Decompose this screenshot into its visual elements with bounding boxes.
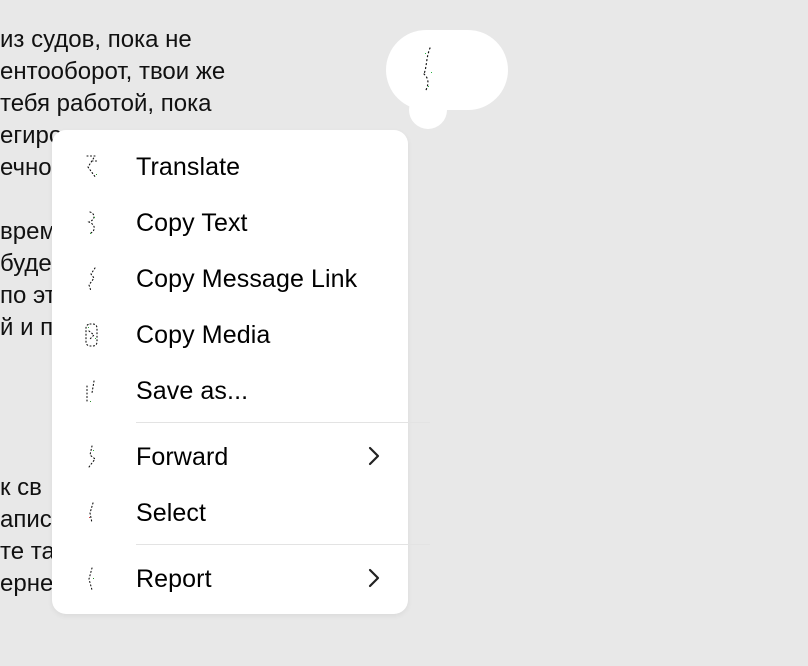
menu-item-report[interactable]: Report — [52, 551, 408, 607]
menu-item-label: Save as... — [136, 377, 249, 405]
copy-media-icon — [85, 323, 98, 347]
menu-item-label: Copy Text — [136, 209, 248, 237]
menu-item-copy-text[interactable]: Copy Text — [52, 195, 408, 251]
menu-item-label: Copy Media — [136, 321, 271, 349]
chat-text-line: ентооборот, твои же — [0, 58, 226, 85]
menu-item-label: Copy Message Link — [136, 265, 358, 293]
message-context-menu: Translate Copy Text Copy Message Link Co… — [52, 130, 430, 614]
menu-item-translate[interactable]: Translate — [52, 139, 408, 195]
menu-item-label: Report — [136, 565, 212, 593]
menu-item-label: Translate — [136, 153, 241, 181]
chevron-right-icon — [368, 446, 380, 466]
menu-divider — [136, 544, 430, 545]
chat-text-line: ерне — [0, 570, 54, 597]
report-icon — [88, 567, 94, 591]
menu-item-copy-message-link[interactable]: Copy Message Link — [52, 251, 408, 307]
select-icon — [89, 502, 94, 524]
chat-text-line: к св — [0, 474, 42, 501]
chat-text-line: из судов, пока не — [0, 26, 192, 53]
translate-icon — [86, 155, 98, 179]
reaction-bubble[interactable] — [386, 30, 508, 110]
link-icon — [88, 267, 96, 292]
chevron-right-icon — [368, 568, 380, 588]
chat-text-line: те та — [0, 538, 55, 565]
menu-item-label: Select — [136, 499, 207, 527]
reaction-bubble-tail — [409, 91, 447, 129]
chat-text-line: буде — [0, 250, 52, 277]
menu-divider — [136, 422, 430, 423]
chat-text-line: врем — [0, 218, 56, 245]
menu-item-save-as[interactable]: Save as... — [52, 363, 408, 419]
chat-text-line: по эт — [0, 282, 56, 309]
menu-item-select[interactable]: Select — [52, 485, 408, 541]
reaction-icon[interactable] — [416, 42, 440, 94]
menu-item-copy-media[interactable]: Copy Media — [52, 307, 408, 363]
copy-text-icon — [87, 211, 95, 235]
chat-text-line: й и п — [0, 314, 54, 341]
menu-item-label: Forward — [136, 443, 229, 471]
save-icon — [86, 380, 95, 403]
chat-text-line: тебя работой, пока — [0, 90, 212, 117]
forward-icon — [88, 445, 96, 468]
menu-item-forward[interactable]: Forward — [52, 429, 408, 485]
chat-text-line: апис — [0, 506, 52, 533]
